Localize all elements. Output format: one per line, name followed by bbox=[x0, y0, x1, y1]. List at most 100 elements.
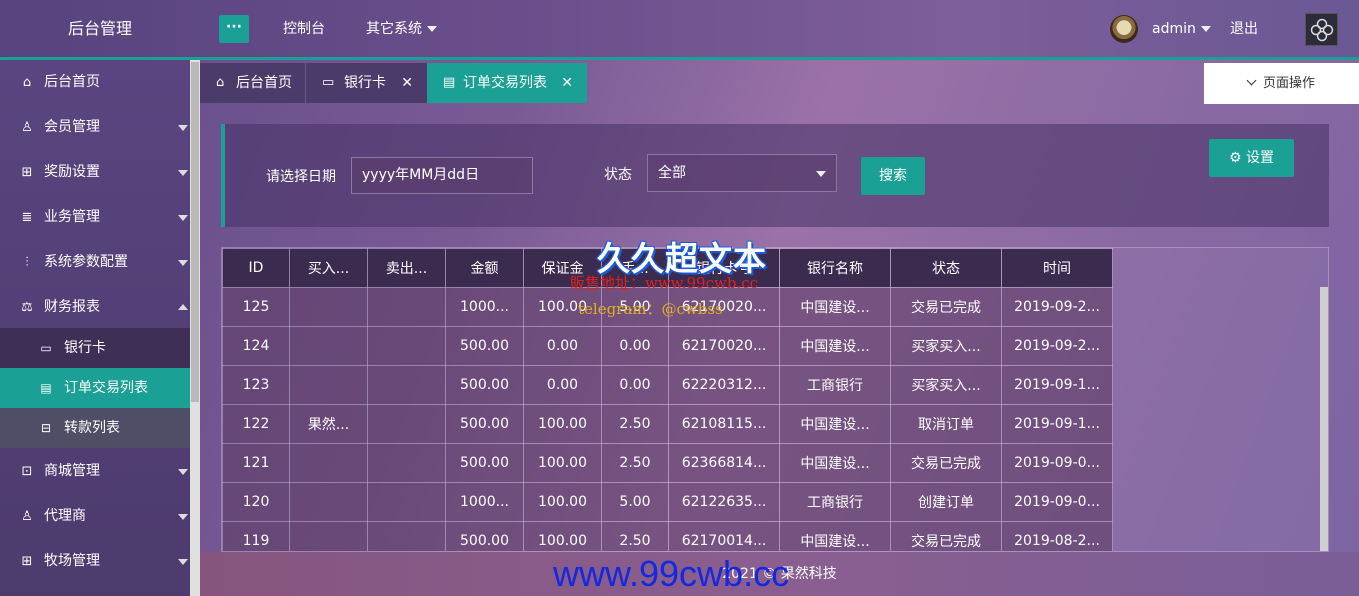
watermark-telegram: telegram：@cwbss bbox=[578, 300, 723, 318]
cell-buyer bbox=[289, 482, 368, 522]
cell-amount: 1000... bbox=[445, 482, 524, 522]
tab-label: 订单交易列表 bbox=[463, 75, 547, 91]
chevron-down-icon bbox=[178, 260, 188, 266]
home-icon: ⌂ bbox=[22, 75, 32, 90]
table-row[interactable]: 119 500.00 100.00 2.50 62170014... 中国建设.… bbox=[222, 521, 1113, 551]
table-row[interactable]: 121 500.00 100.00 2.50 62366814... 中国建设.… bbox=[222, 443, 1113, 483]
chevron-down-icon bbox=[178, 170, 188, 176]
close-icon[interactable]: ✕ bbox=[561, 63, 573, 103]
cell-time: 2019-09-1... bbox=[1001, 404, 1113, 444]
sidebar-item-agent[interactable]: ♙ 代理商 bbox=[0, 494, 190, 539]
cell-amount: 1000... bbox=[445, 287, 524, 327]
user-menu[interactable]: admin bbox=[1152, 0, 1211, 58]
sidebar-item-home[interactable]: ⌂ 后台首页 bbox=[0, 60, 190, 105]
cell-time: 2019-09-0... bbox=[1001, 443, 1113, 483]
tab-label: 银行卡 bbox=[344, 75, 386, 91]
status-label: 状态 bbox=[604, 167, 632, 183]
cell-seller bbox=[367, 287, 446, 327]
sidebar-scroll-thumb[interactable] bbox=[191, 62, 199, 402]
table-row[interactable]: 124 500.00 0.00 0.00 62170020... 中国建设...… bbox=[222, 326, 1113, 366]
cell-bank-name: 中国建设... bbox=[779, 404, 891, 444]
chevron-down-icon bbox=[178, 559, 188, 565]
app-logo[interactable]: 后台管理 bbox=[0, 0, 200, 58]
sidebar-item-label: 会员管理 bbox=[44, 119, 100, 135]
sidebar-item-label: 奖励设置 bbox=[44, 164, 100, 180]
status-select-value: 全部 bbox=[658, 165, 686, 181]
cell-buyer bbox=[289, 365, 368, 405]
column-header-id[interactable]: ID bbox=[222, 248, 290, 288]
chevron-down-icon bbox=[178, 514, 188, 520]
tab-home[interactable]: ⌂ 后台首页 bbox=[200, 63, 305, 103]
table-row[interactable]: 120 1000... 100.00 5.00 62122635... 工商银行… bbox=[222, 482, 1113, 522]
sidebar-scrollbar[interactable] bbox=[190, 60, 200, 596]
cell-seller bbox=[367, 365, 446, 405]
cell-fee: 2.50 bbox=[601, 443, 669, 483]
column-header-seller[interactable]: 卖出... bbox=[367, 248, 446, 288]
column-header-time[interactable]: 时间 bbox=[1001, 248, 1113, 288]
theme-icon[interactable] bbox=[1305, 13, 1338, 46]
cell-card-number: 62170014... bbox=[668, 521, 780, 551]
column-header-buyer[interactable]: 买入... bbox=[289, 248, 368, 288]
page-operations-button[interactable]: 页面操作 bbox=[1204, 63, 1359, 104]
chevron-down-icon bbox=[1200, 26, 1211, 32]
nav-console[interactable]: 控制台 bbox=[283, 0, 325, 58]
table-row[interactable]: 122 果然... 500.00 100.00 2.50 62108115...… bbox=[222, 404, 1113, 444]
cell-seller bbox=[367, 326, 446, 366]
cell-status: 买家买入... bbox=[890, 326, 1002, 366]
cell-seller bbox=[367, 482, 446, 522]
sidebar-item-store[interactable]: ⊡ 商城管理 bbox=[0, 449, 190, 494]
sidebar-item-business[interactable]: ≣ 业务管理 bbox=[0, 195, 190, 240]
chevron-down-icon bbox=[427, 26, 437, 32]
column-header-bank-name[interactable]: 银行名称 bbox=[779, 248, 891, 288]
sidebar-item-finance[interactable]: ⚖ 财务报表 bbox=[0, 285, 190, 330]
nav-other-systems[interactable]: 其它系统 bbox=[366, 0, 437, 58]
cell-fee: 5.00 bbox=[601, 482, 669, 522]
tab-bank-card[interactable]: ▭ 银行卡 ✕ bbox=[306, 63, 427, 103]
close-icon[interactable]: ✕ bbox=[401, 63, 413, 103]
transfer-icon: ⊟ bbox=[40, 421, 52, 435]
cell-buyer bbox=[289, 521, 368, 551]
sidebar-item-label: 商城管理 bbox=[44, 463, 100, 479]
avatar[interactable] bbox=[1110, 15, 1138, 43]
search-button[interactable]: 搜索 bbox=[861, 157, 925, 195]
tab-order-list[interactable]: ▤ 订单交易列表 ✕ bbox=[427, 63, 587, 103]
document-icon: ▤ bbox=[443, 75, 456, 90]
sidebar-item-ranch[interactable]: ⊞ 牧场管理 bbox=[0, 539, 190, 584]
cell-id: 122 bbox=[222, 404, 290, 444]
cell-bank-name: 工商银行 bbox=[779, 365, 891, 405]
cell-fee: 0.00 bbox=[601, 365, 669, 405]
column-header-status[interactable]: 状态 bbox=[890, 248, 1002, 288]
card-icon: ▭ bbox=[40, 341, 52, 355]
cell-status: 交易已完成 bbox=[890, 443, 1002, 483]
chevron-down-icon bbox=[178, 215, 188, 221]
column-header-amount[interactable]: 金额 bbox=[445, 248, 524, 288]
top-header: 后台管理 ··· 控制台 其它系统 admin 退出 bbox=[0, 0, 1359, 60]
cell-fee: 0.00 bbox=[601, 326, 669, 366]
sidebar-subitem-bank-card[interactable]: ▭ 银行卡 bbox=[0, 328, 190, 368]
sidebar-subitem-label: 转款列表 bbox=[64, 420, 120, 436]
cell-buyer bbox=[289, 326, 368, 366]
sidebar-item-params[interactable]: ⫶ 系统参数配置 bbox=[0, 240, 190, 285]
logout-link[interactable]: 退出 bbox=[1230, 0, 1258, 58]
sidebar-subitem-order-list[interactable]: ▤ 订单交易列表 bbox=[0, 368, 190, 408]
cell-buyer: 果然... bbox=[289, 404, 368, 444]
cell-id: 124 bbox=[222, 326, 290, 366]
sidebar-item-label: 牧场管理 bbox=[44, 553, 100, 569]
user-name: admin bbox=[1152, 21, 1196, 37]
menu-toggle-button[interactable]: ··· bbox=[219, 15, 249, 43]
sidebar-subitem-transfer-list[interactable]: ⊟ 转款列表 bbox=[0, 408, 190, 448]
sidebar-item-members[interactable]: ♙ 会员管理 bbox=[0, 105, 190, 150]
cell-status: 买家买入... bbox=[890, 365, 1002, 405]
table-scrollbar[interactable] bbox=[1320, 287, 1328, 551]
sidebar-subitem-label: 银行卡 bbox=[64, 340, 106, 356]
cell-deposit: 0.00 bbox=[523, 365, 602, 405]
sidebar-item-rewards[interactable]: ⊞ 奖励设置 bbox=[0, 150, 190, 195]
status-select[interactable]: 全部 bbox=[647, 154, 837, 192]
date-input[interactable]: yyyy年MM月dd日 bbox=[351, 157, 533, 194]
cell-fee: 2.50 bbox=[601, 521, 669, 551]
table-row[interactable]: 123 500.00 0.00 0.00 62220312... 工商银行 买家… bbox=[222, 365, 1113, 405]
order-table: ID 买入... 卖出... 金额 保证金 手... 银行卡号 银行名称 状态 … bbox=[222, 248, 1113, 551]
cell-status: 创建订单 bbox=[890, 482, 1002, 522]
settings-button[interactable]: ⚙ 设置 bbox=[1209, 139, 1294, 177]
chart-icon: ⚖ bbox=[21, 300, 33, 315]
